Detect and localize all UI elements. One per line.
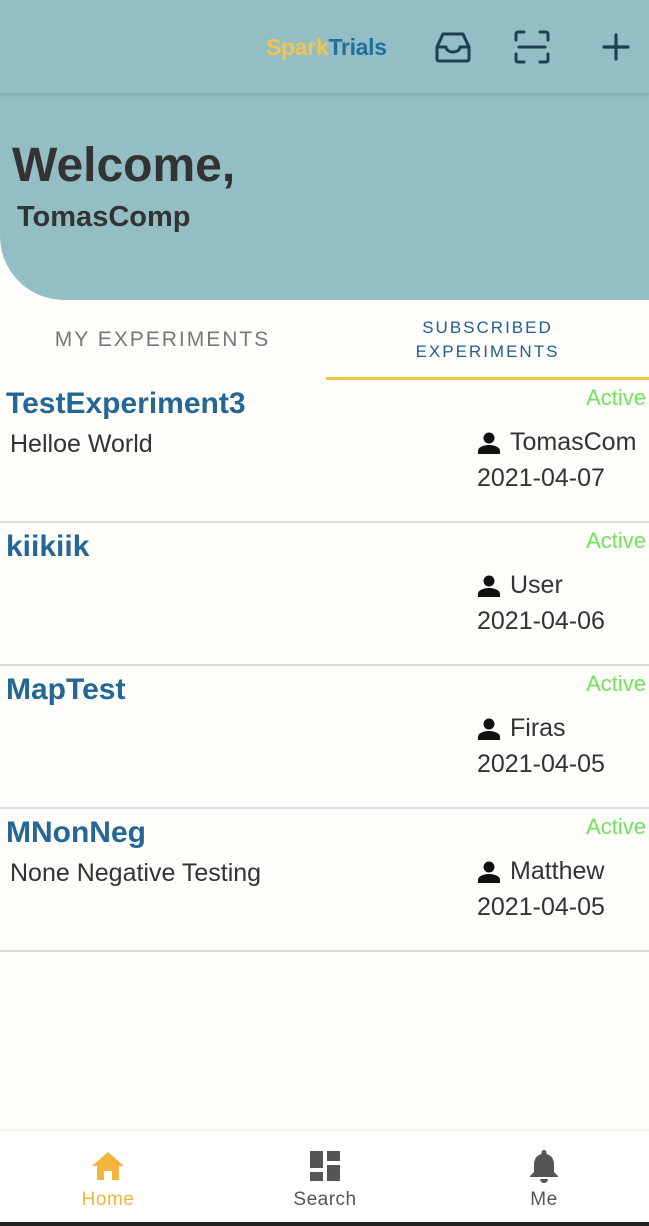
status-badge: Active	[586, 528, 646, 553]
username-label: TomasComp	[17, 201, 191, 233]
experiment-title: kiikiik	[6, 530, 90, 563]
experiment-description: Helloe World	[10, 430, 153, 458]
home-icon	[91, 1149, 125, 1183]
list-item[interactable]: MNonNeg None Negative Testing Active Mat…	[0, 809, 649, 952]
tab-subscribed-label-line2: EXPERIMENTS	[415, 342, 560, 361]
person-icon	[477, 575, 501, 597]
experiment-title: TestExperiment3	[6, 387, 246, 420]
experiment-title: MNonNeg	[6, 816, 146, 849]
experiment-owner: Firas	[477, 714, 566, 743]
experiment-date: 2021-04-05	[477, 750, 605, 778]
nav-me-label: Me	[530, 1189, 558, 1210]
inbox-button[interactable]	[432, 26, 474, 68]
status-badge: Active	[586, 814, 646, 839]
dashboard-icon	[309, 1149, 341, 1183]
brand-spark: Spark	[266, 34, 329, 60]
experiment-date: 2021-04-06	[477, 607, 605, 635]
owner-name: Firas	[510, 714, 566, 742]
experiment-list: TestExperiment3 Helloe World Active Toma…	[0, 380, 649, 952]
brand-trials: Trials	[328, 34, 387, 60]
list-item[interactable]: MapTest Active Firas 2021-04-05	[0, 666, 649, 809]
list-item[interactable]: kiikiik Active User 2021-04-06	[0, 523, 649, 666]
tab-subscribed-label-line1: SUBSCRIBED	[422, 318, 553, 337]
nav-search[interactable]: Search	[217, 1131, 433, 1223]
tab-my-experiments-label: MY EXPERIMENTS	[54, 328, 271, 351]
person-icon	[477, 861, 501, 883]
bell-icon	[529, 1149, 559, 1183]
welcome-banner: Welcome, TomasComp	[0, 94, 649, 300]
owner-name: Matthew	[510, 857, 605, 885]
scan-icon	[514, 30, 550, 64]
inbox-icon	[435, 32, 471, 63]
status-badge: Active	[586, 385, 646, 410]
tab-subscribed-experiments[interactable]: SUBSCRIBED EXPERIMENTS	[325, 300, 649, 380]
experiment-description: None Negative Testing	[10, 859, 262, 887]
list-item[interactable]: TestExperiment3 Helloe World Active Toma…	[0, 380, 649, 523]
owner-name: User	[510, 571, 563, 599]
add-icon	[602, 33, 630, 61]
bottom-edge	[0, 1222, 649, 1226]
person-icon	[477, 718, 501, 740]
experiment-owner: Matthew	[477, 857, 604, 886]
welcome-heading: Welcome,	[12, 139, 236, 192]
status-badge: Active	[586, 671, 646, 696]
add-button[interactable]	[595, 26, 637, 68]
app-bar: SparkTrials	[0, 0, 649, 94]
nav-me[interactable]: Me	[436, 1131, 649, 1223]
experiment-owner: TomasCom	[477, 428, 636, 457]
experiment-date: 2021-04-07	[477, 464, 605, 492]
nav-home-label: Home	[81, 1189, 135, 1210]
owner-name: TomasCom	[510, 428, 637, 456]
experiment-date: 2021-04-05	[477, 893, 605, 921]
experiment-tabs: MY EXPERIMENTS SUBSCRIBED EXPERIMENTS	[0, 300, 649, 380]
experiment-title: MapTest	[6, 673, 126, 706]
bottom-navigation: Home Search Me	[0, 1130, 649, 1226]
person-icon	[477, 432, 501, 454]
app-logo: SparkTrials	[266, 34, 387, 61]
nav-home[interactable]: Home	[0, 1131, 216, 1223]
nav-search-label: Search	[293, 1189, 357, 1210]
experiment-owner: User	[477, 571, 563, 600]
tab-my-experiments[interactable]: MY EXPERIMENTS	[0, 300, 325, 380]
scan-button[interactable]	[511, 26, 553, 68]
